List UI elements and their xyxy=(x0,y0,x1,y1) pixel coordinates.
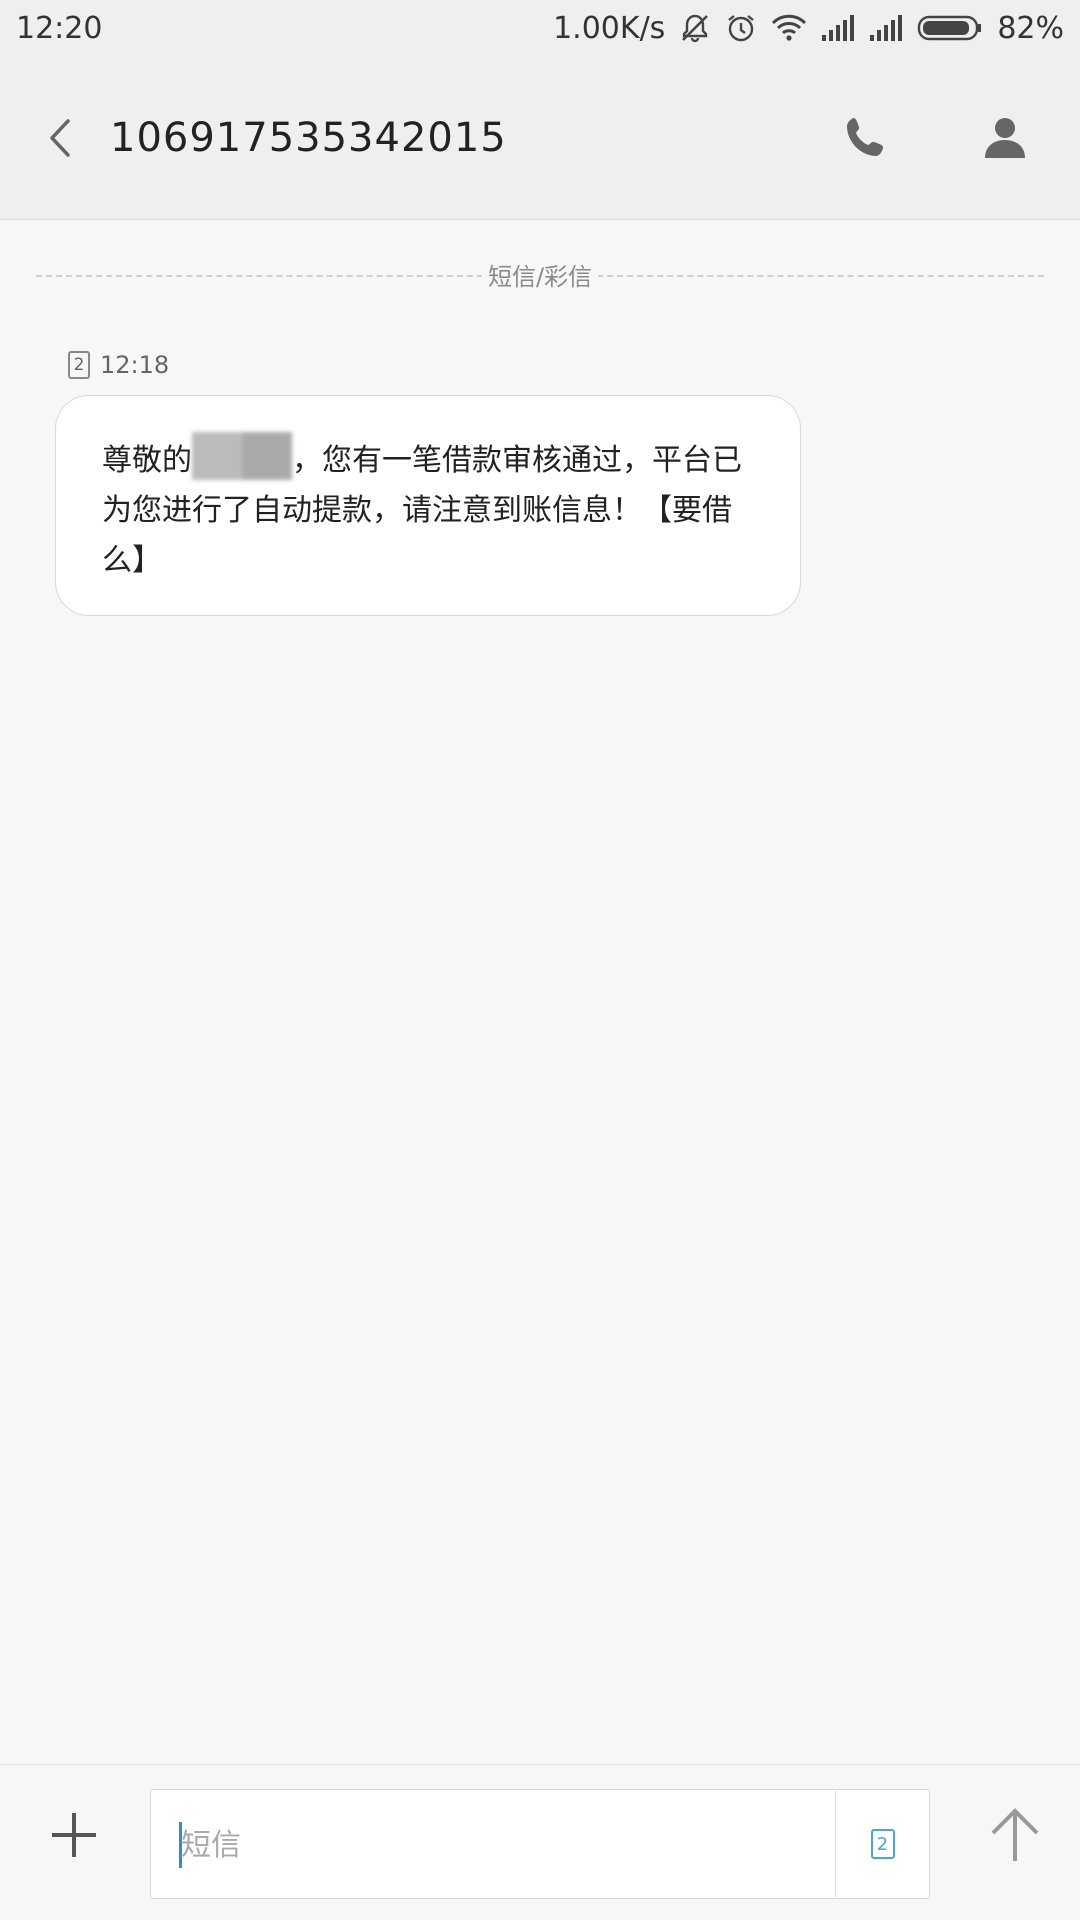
header-actions xyxy=(830,103,1040,173)
plus-icon xyxy=(52,1813,96,1857)
status-bar: 12:20 1.00K/s 82% xyxy=(0,0,1080,56)
text-cursor xyxy=(179,1822,182,1868)
page-title: 106917535342015 xyxy=(110,114,507,161)
message-meta: 2 12:18 xyxy=(68,351,169,379)
composer-bar: 2 xyxy=(0,1764,1080,1920)
battery-icon xyxy=(917,13,983,43)
message-type-label: 短信/彩信 xyxy=(0,257,1080,292)
phone-icon xyxy=(847,117,883,156)
conversation-header: 106917535342015 xyxy=(0,56,1080,220)
contact-button[interactable] xyxy=(970,103,1040,173)
signal-icon xyxy=(821,13,855,43)
call-button[interactable] xyxy=(830,103,900,173)
message-bubble[interactable]: 尊敬的 ，您有一笔借款审核通过，平台已为您进行了自动提款，请注意到账信息！【要借么… xyxy=(55,395,801,616)
send-button[interactable] xyxy=(975,1795,1055,1875)
sim-switch-button[interactable]: 2 xyxy=(835,1790,929,1898)
arrow-up-icon xyxy=(991,1808,1039,1861)
message-input[interactable] xyxy=(179,1810,819,1880)
alarm-icon xyxy=(725,12,757,44)
message-list[interactable]: 短信/彩信 2 12:18 尊敬的 ，您有一笔借款审核通过，平台已为您进行了自动提… xyxy=(0,221,1080,1764)
status-time: 12:20 xyxy=(16,10,103,46)
person-icon xyxy=(985,117,1025,158)
attach-button[interactable] xyxy=(44,1805,104,1865)
signal-icon xyxy=(869,13,903,43)
wifi-icon xyxy=(771,13,807,43)
redacted-text xyxy=(192,432,292,480)
mute-icon xyxy=(679,12,711,44)
back-button[interactable] xyxy=(20,98,100,178)
status-icons: 1.00K/s 82% xyxy=(553,11,1064,46)
sim-icon: 2 xyxy=(68,351,90,379)
chevron-left-icon xyxy=(50,118,70,157)
message-time: 12:18 xyxy=(100,351,170,379)
message-text-start: 尊敬的 xyxy=(102,443,192,478)
message-input-box: 2 xyxy=(150,1789,930,1899)
sim-icon: 2 xyxy=(870,1829,895,1859)
battery-percent: 82% xyxy=(997,10,1064,46)
network-speed: 1.00K/s xyxy=(553,10,666,46)
